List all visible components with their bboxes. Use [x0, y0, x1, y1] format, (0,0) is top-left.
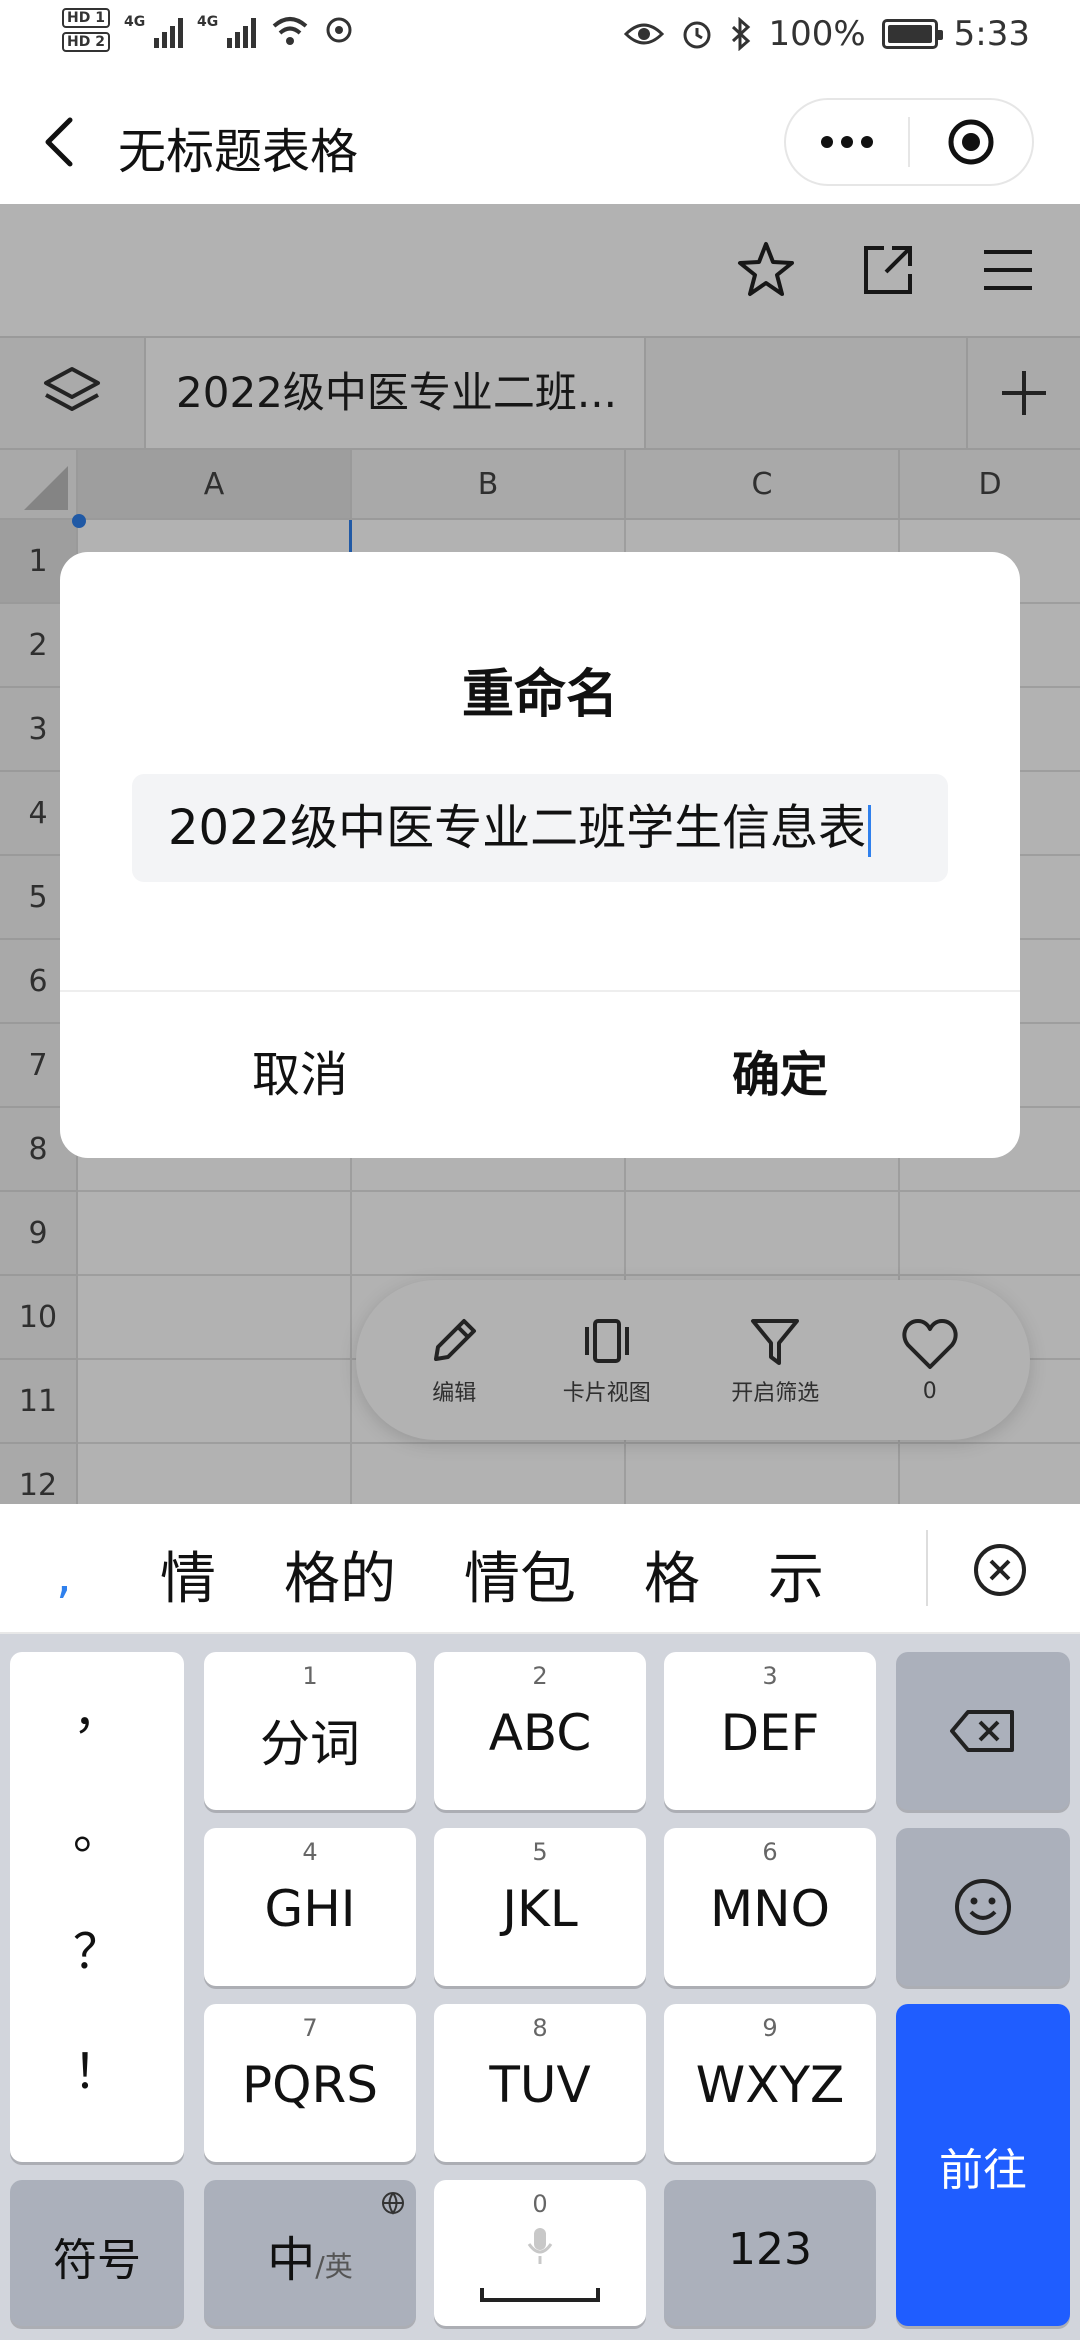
go-key-label: 前往	[939, 2145, 1027, 2196]
rename-dialog: 重命名 2022级中医专业二班学生信息表 取消 确定	[60, 552, 1020, 1158]
key-label: PQRS	[242, 2056, 378, 2114]
key-number: 8	[532, 2014, 548, 2042]
candidate-item[interactable]: 格	[644, 1534, 700, 1615]
status-bar: HD 1 HD 2 4G 4G 100% 5:33	[0, 0, 1080, 72]
back-arrow-icon[interactable]	[40, 112, 80, 172]
backspace-key[interactable]	[896, 1652, 1070, 1810]
bluetooth-icon	[732, 17, 751, 51]
ime-keyboard: ， 。 ？ ！ 1 分词 2 ABC 3 DEF 4 GHI 5 JKL 6 M…	[0, 1634, 1080, 2340]
battery-icon	[881, 19, 943, 49]
key-label: TUV	[489, 2056, 591, 2114]
go-key[interactable]: 前往	[896, 2004, 1070, 2326]
microphone-icon	[527, 2228, 553, 2264]
page-title: 无标题表格	[118, 124, 359, 180]
candidate-item[interactable]: 情	[160, 1534, 216, 1615]
close-miniprogram-button[interactable]	[910, 100, 1032, 184]
smiley-icon	[955, 1879, 1011, 1935]
target-circle-icon	[948, 119, 994, 165]
punct-period[interactable]: 。	[10, 1792, 184, 1862]
key-number: 6	[762, 1838, 778, 1866]
key-9[interactable]: 9 WXYZ	[664, 2004, 876, 2162]
key-5[interactable]: 5 JKL	[434, 1828, 646, 1986]
sim-indicators: HD 1 HD 2	[62, 8, 110, 52]
key-label: JKL	[502, 1880, 578, 1938]
punctuation-column[interactable]: ， 。 ？ ！	[10, 1652, 184, 2162]
title-bar: 无标题表格	[0, 72, 1080, 204]
key-6[interactable]: 6 MNO	[664, 1828, 876, 1986]
symbols-key[interactable]: 符号	[10, 2180, 184, 2326]
key-number: 9	[762, 2014, 778, 2042]
key-number: 7	[302, 2014, 318, 2042]
language-switch-key[interactable]: 中/英	[204, 2180, 416, 2326]
wifi-icon	[272, 17, 308, 45]
key-3[interactable]: 3 DEF	[664, 1652, 876, 1810]
candidate-comma[interactable]: ,	[56, 1546, 72, 1604]
candidate-item[interactable]: 情包	[464, 1534, 576, 1615]
sim2-badge: HD 2	[62, 32, 110, 52]
key-number: 4	[302, 1838, 318, 1866]
key-1[interactable]: 1 分词	[204, 1652, 416, 1810]
close-candidates-icon[interactable]	[972, 1542, 1028, 1598]
network-type-2: 4G	[196, 14, 219, 30]
rename-input[interactable]: 2022级中医专业二班学生信息表	[132, 774, 948, 882]
space-bar-icon	[480, 2288, 600, 2302]
space-key[interactable]: 0	[434, 2180, 646, 2326]
key-number: 5	[532, 1838, 548, 1866]
battery-percent: 100%	[768, 14, 866, 54]
more-dots-icon	[821, 136, 873, 148]
lang-main: 中	[267, 2232, 316, 2288]
hotspot-icon	[326, 17, 352, 43]
cancel-button[interactable]: 取消	[60, 992, 540, 1158]
punct-question[interactable]: ？	[10, 1912, 184, 1982]
numbers-key[interactable]: 123	[664, 2180, 876, 2326]
text-caret	[868, 805, 872, 857]
space-key-number: 0	[532, 2190, 548, 2218]
signal-2-icon: 4G	[197, 12, 256, 48]
sim1-badge: HD 1	[62, 8, 110, 28]
ime-candidate-bar: , 情 格的 情包 格 示	[0, 1504, 1080, 1634]
language-switch-label: 中/英	[204, 2220, 416, 2290]
confirm-button[interactable]: 确定	[540, 992, 1020, 1158]
punct-exclaim[interactable]: ！	[10, 2032, 184, 2102]
clock: 5:33	[953, 14, 1030, 54]
key-number: 2	[532, 1662, 548, 1690]
globe-icon	[382, 2192, 404, 2215]
key-4[interactable]: 4 GHI	[204, 1828, 416, 1986]
numbers-key-label: 123	[728, 2224, 812, 2275]
key-label: 分词	[260, 1715, 360, 1773]
key-2[interactable]: 2 ABC	[434, 1652, 646, 1810]
signal-1-icon: 4G	[124, 12, 183, 48]
key-number: 3	[762, 1662, 778, 1690]
key-label: GHI	[264, 1880, 356, 1938]
punct-comma[interactable]: ，	[10, 1672, 184, 1742]
key-label: ABC	[488, 1704, 592, 1762]
miniprogram-capsule	[784, 98, 1034, 186]
more-button[interactable]	[786, 100, 908, 184]
key-8[interactable]: 8 TUV	[434, 2004, 646, 2162]
symbols-key-label: 符号	[53, 2235, 141, 2286]
rename-input-value: 2022级中医专业二班学生信息表	[168, 800, 867, 856]
emoji-key[interactable]	[896, 1828, 1070, 1986]
alarm-icon	[683, 21, 711, 49]
key-label: WXYZ	[695, 2056, 845, 2114]
candidate-item[interactable]: 示	[768, 1534, 824, 1615]
key-number: 1	[302, 1662, 318, 1690]
lang-sub: /英	[315, 2250, 353, 2283]
key-7[interactable]: 7 PQRS	[204, 2004, 416, 2162]
eye-icon	[624, 23, 665, 45]
backspace-icon	[950, 1710, 1014, 1752]
candidate-item[interactable]: 格的	[284, 1534, 396, 1615]
network-type-1: 4G	[123, 14, 146, 30]
dialog-title: 重命名	[461, 665, 618, 725]
key-label: MNO	[710, 1880, 830, 1938]
key-label: DEF	[720, 1704, 820, 1762]
